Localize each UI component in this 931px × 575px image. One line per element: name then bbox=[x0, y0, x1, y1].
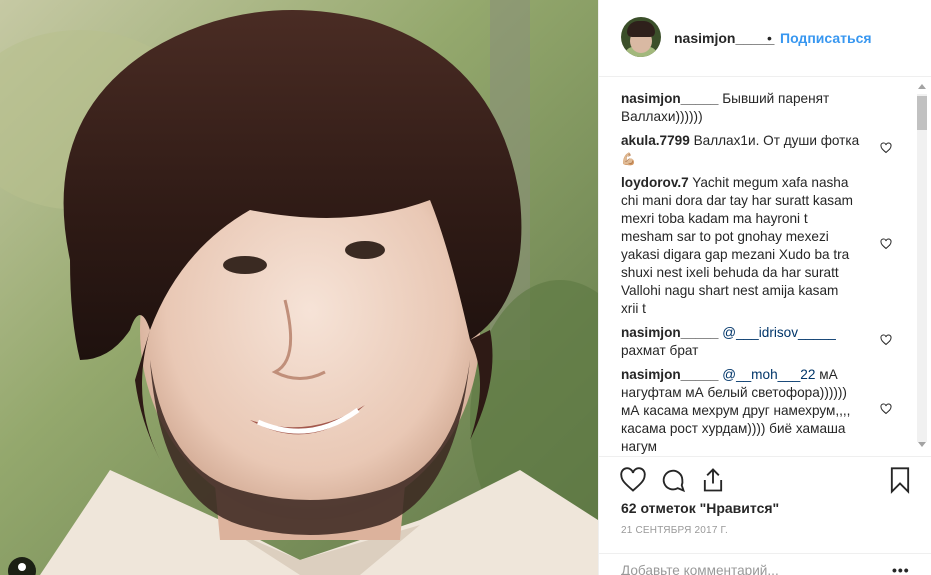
post-actions: 62 отметок "Нравится" 21 СЕНТЯБРЯ 2017 Г… bbox=[599, 456, 931, 575]
comment-text: mesham sar to pot gnohay mexezi bbox=[621, 229, 829, 244]
comment-item: nasimjon_____ @__moh___22 мА нагуфтам мА… bbox=[621, 366, 871, 456]
comment-text: Бывший паренят bbox=[722, 91, 830, 106]
add-comment-bar: ••• bbox=[599, 553, 931, 575]
add-comment-input[interactable] bbox=[621, 563, 871, 575]
post-photo[interactable] bbox=[0, 0, 598, 575]
like-heart-icon[interactable] bbox=[619, 466, 647, 494]
post-date[interactable]: 21 СЕНТЯБРЯ 2017 Г. bbox=[621, 525, 728, 536]
bookmark-icon[interactable] bbox=[886, 466, 914, 494]
comment-username[interactable]: nasimjon_____ bbox=[621, 91, 718, 106]
comment-like-heart-icon[interactable] bbox=[880, 142, 892, 154]
comment-item: nasimjon_____ @___idrisov_____ рахмат бр… bbox=[621, 324, 871, 360]
comment-like-heart-icon[interactable] bbox=[880, 238, 892, 250]
comment-item: akula.7799 Валлах1и. От души фотка 💪🏼 bbox=[621, 132, 871, 168]
comment-text: shuxi nest ixeli behuda da har suratt bbox=[621, 265, 839, 280]
comment-like-heart-icon[interactable] bbox=[880, 334, 892, 346]
comment-item: nasimjon_____ Бывший паренят Валлахи))))… bbox=[621, 90, 871, 126]
likes-count[interactable]: 62 отметок "Нравится" bbox=[621, 500, 779, 516]
comment-mention[interactable]: @___idrisov_____ bbox=[722, 325, 836, 340]
follow-button[interactable]: Подписаться bbox=[780, 30, 872, 46]
scroll-up-arrow-icon[interactable] bbox=[918, 84, 926, 89]
comment-like-heart-icon[interactable] bbox=[880, 403, 892, 415]
comment-bubble-icon[interactable] bbox=[659, 466, 687, 494]
scroll-down-arrow-icon[interactable] bbox=[918, 442, 926, 447]
comment-mention[interactable]: @__moh___22 bbox=[722, 367, 815, 382]
header-separator: • bbox=[767, 30, 772, 46]
comment-text: yakasi digara gap mezani Xudo ba tra bbox=[621, 247, 850, 262]
comment-username[interactable]: loydorov.7 bbox=[621, 175, 689, 190]
avatar[interactable] bbox=[621, 17, 661, 57]
comment-username[interactable]: nasimjon_____ bbox=[621, 325, 718, 340]
comment-text: Vallohi nagu shart nest amija kasam bbox=[621, 283, 839, 298]
portrait-image bbox=[0, 0, 598, 575]
header-username[interactable]: nasimjon_____ bbox=[674, 30, 774, 46]
comment-text: Yachit megum xafa nasha bbox=[692, 175, 849, 190]
comment-item: loydorov.7 Yachit megum xafa nasha chi m… bbox=[621, 174, 871, 318]
comment-text: Валлах1и. От души фотка bbox=[693, 133, 860, 148]
comment-text: мА касама мехрум друг намехрум,,,, bbox=[621, 403, 851, 418]
comment-emoji: 💪🏼 bbox=[621, 152, 636, 166]
comment-username[interactable]: nasimjon_____ bbox=[621, 367, 718, 382]
comment-text: xrii t bbox=[621, 301, 646, 316]
share-icon[interactable] bbox=[699, 466, 727, 494]
comments-list: nasimjon_____ Бывший паренят Валлахи))))… bbox=[599, 78, 931, 456]
comment-text: Валлахи)))))) bbox=[621, 109, 703, 124]
comment-text: рахмат брат bbox=[621, 343, 699, 358]
comment-username[interactable]: akula.7799 bbox=[621, 133, 690, 148]
comments-scrollbar[interactable] bbox=[915, 80, 929, 456]
more-options-icon[interactable]: ••• bbox=[892, 562, 910, 575]
post-header: nasimjon_____ • Подписаться bbox=[599, 0, 931, 77]
comment-text: нагум bbox=[621, 439, 658, 454]
comment-text: мА bbox=[819, 367, 838, 382]
comment-text: нагуфтам мА белый светофора)))))) bbox=[621, 385, 847, 400]
comment-text: mexri toba kadam ma hayroni t bbox=[621, 211, 808, 226]
post-side-panel: nasimjon_____ • Подписаться nasimjon____… bbox=[598, 0, 931, 575]
comment-text: chi mani dora dar tay har suratt kasam bbox=[621, 193, 853, 208]
comment-text: касама рост хурдам)))) биё хамаша bbox=[621, 421, 846, 436]
